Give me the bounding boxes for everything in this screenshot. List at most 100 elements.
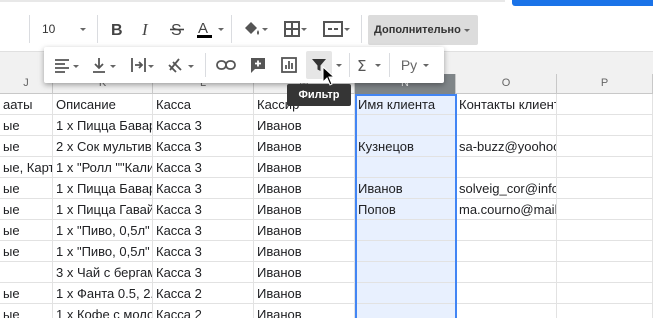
insert-chart-button[interactable] [275,51,303,79]
table-cell[interactable]: ые [0,136,53,157]
table-cell[interactable]: ые [0,241,53,262]
text-wrap-button[interactable] [126,51,158,79]
table-cell[interactable] [456,220,557,241]
table-cell[interactable]: ые [0,178,53,199]
table-cell[interactable]: 1 х "Пиво, 0,5л" [53,220,153,241]
borders-button[interactable] [278,14,312,44]
table-cell[interactable]: 1 х Пицца Бавар [53,178,153,199]
table-cell[interactable]: 1 х Фанта 0.5, 2. [53,283,153,304]
table-cell[interactable]: Иванов [254,304,355,318]
table-cell[interactable]: 1 х "Ролл ""Кали [53,157,153,178]
merge-cells-button[interactable] [316,14,356,44]
table-cell[interactable]: ые [0,304,53,318]
table-cell[interactable]: 1 х Пицца Гавай [53,199,153,220]
table-cell[interactable] [355,220,456,241]
text-rotate-button[interactable] [164,51,198,79]
table-cell[interactable] [355,115,456,136]
text-rotate-icon [168,58,194,73]
column-header-p[interactable]: P [557,74,653,94]
table-cell[interactable]: Иванов [254,115,355,136]
strikethrough-button[interactable]: S [164,14,190,44]
table-cell[interactable]: Иванов [355,178,456,199]
header-cell[interactable]: Контакты клиента [456,94,557,115]
table-cell[interactable]: 2 х Сок мультиви [53,136,153,157]
table-cell[interactable] [557,178,653,199]
table-cell[interactable]: 1 х Пицца Бавар [53,115,153,136]
insert-link-button[interactable] [212,51,240,79]
italic-button[interactable]: I [134,14,160,44]
table-cell[interactable]: ma.courno@mail.com [456,199,557,220]
header-cell[interactable] [557,94,653,115]
table-cell[interactable] [355,241,456,262]
table-cell[interactable] [557,115,653,136]
header-cell[interactable]: Описание [53,94,153,115]
align-horizontal-button[interactable] [50,51,82,79]
insert-comment-button[interactable] [244,51,272,79]
table-cell[interactable] [0,262,53,283]
functions-button[interactable]: Σ [353,51,385,79]
table-cell[interactable] [557,283,653,304]
toolbar-divider [231,15,232,43]
table-cell[interactable]: Попов [355,199,456,220]
table-cell[interactable]: 1 х Кофе с моло [53,304,153,318]
align-vertical-button[interactable] [88,51,120,79]
table-cell[interactable]: 3 х Чай с бергам [53,262,153,283]
table-cell[interactable]: Кузнецов [355,136,456,157]
table-cell[interactable] [456,262,557,283]
table-cell[interactable] [456,283,557,304]
table-cell[interactable]: Касса 3 [153,115,254,136]
font-size-select[interactable]: 10 [34,14,92,44]
table-cell[interactable] [355,262,456,283]
table-cell[interactable]: Касса 3 [153,199,254,220]
align-horizontal-icon [55,59,79,73]
table-cell[interactable]: Иванов [254,220,355,241]
table-cell[interactable]: Иванов [254,262,355,283]
table-cell[interactable]: Иванов [254,178,355,199]
bold-button[interactable]: B [104,14,130,44]
table-cell[interactable]: ые [0,220,53,241]
table-cell[interactable] [557,304,653,318]
table-cell[interactable] [456,115,557,136]
table-cell[interactable] [557,136,653,157]
table-cell[interactable]: Касса 3 [153,262,254,283]
table-cell[interactable]: Иванов [254,241,355,262]
table-cell[interactable] [355,304,456,318]
header-cell[interactable]: Имя клиента [355,94,456,115]
table-cell[interactable]: Касса 3 [153,220,254,241]
input-tools-button[interactable]: Ру [394,51,436,79]
table-cell[interactable]: Иванов [254,283,355,304]
table-cell[interactable]: Касса 3 [153,136,254,157]
table-cell[interactable]: Касса 2 [153,283,254,304]
table-cell[interactable]: Касса 3 [153,178,254,199]
toolbar-divider [361,15,362,43]
table-cell[interactable]: Иванов [254,136,355,157]
table-cell[interactable] [456,304,557,318]
table-cell[interactable] [355,157,456,178]
table-cell[interactable]: solveig_cor@infoseller.com [456,178,557,199]
table-cell[interactable]: Иванов [254,199,355,220]
table-cell[interactable]: ые, Карт [0,157,53,178]
table-cell[interactable] [557,157,653,178]
table-cell[interactable]: ые [0,283,53,304]
table-cell[interactable]: ые [0,199,53,220]
table-cell[interactable]: ые [0,115,53,136]
table-cell[interactable] [456,157,557,178]
table-cell[interactable] [456,241,557,262]
table-cell[interactable]: 1 х "Пиво, 0,5л" [53,241,153,262]
table-cell[interactable] [355,283,456,304]
table-cell[interactable] [557,241,653,262]
column-header-o[interactable]: O [456,74,557,94]
table-cell[interactable]: Касса 2 [153,304,254,318]
table-cell[interactable]: sa-buzz@yoohoo.com [456,136,557,157]
header-cell[interactable]: Касса [153,94,254,115]
table-cell[interactable] [557,262,653,283]
table-cell[interactable] [557,199,653,220]
fill-color-button[interactable] [238,14,272,44]
table-cell[interactable] [557,220,653,241]
header-cell[interactable]: ааты [0,94,53,115]
table-cell[interactable]: Касса 3 [153,157,254,178]
text-color-button[interactable]: A [193,14,227,44]
table-cell[interactable]: Касса 3 [153,241,254,262]
table-cell[interactable]: Иванов [254,157,355,178]
more-button[interactable]: Дополнительно [368,15,478,45]
